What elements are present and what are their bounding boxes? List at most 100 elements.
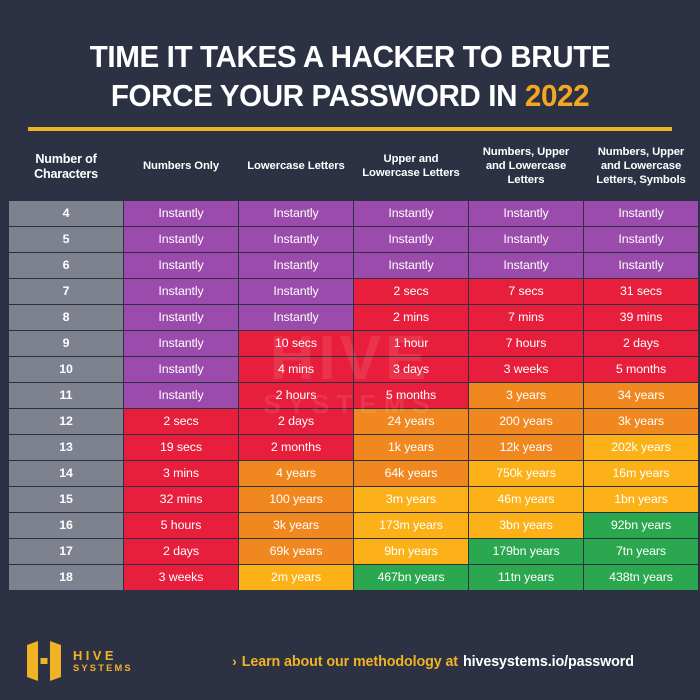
- heatmap-cell: 10 secs: [239, 330, 353, 356]
- heatmap-cell: 7tn years: [584, 538, 698, 564]
- row-header-character-count: 16: [9, 512, 123, 538]
- methodology-cta[interactable]: › Learn about our methodology at hivesys…: [180, 653, 700, 670]
- heatmap-cell: 3 weeks: [469, 356, 583, 382]
- heatmap-cell: 467bn years: [354, 564, 468, 590]
- heatmap-cell: 5 months: [354, 382, 468, 408]
- heatmap-cell: 16m years: [584, 460, 698, 486]
- heatmap-cell: 11tn years: [469, 564, 583, 590]
- brand-logo-wordmark: HIVE SYSTEMS: [73, 647, 133, 674]
- column-header-upper-lower-letters: Upper and Lowercase Letters: [362, 153, 460, 180]
- row-header-character-count: 9: [9, 330, 123, 356]
- heatmap-cell: Instantly: [124, 252, 238, 278]
- heatmap-cell: 3 mins: [124, 460, 238, 486]
- heatmap-cell: Instantly: [124, 304, 238, 330]
- heatmap-cell: 202k years: [584, 434, 698, 460]
- heatmap-cell: Instantly: [239, 278, 353, 304]
- heatmap-cell: 100 years: [239, 486, 353, 512]
- heatmap-cell: Instantly: [469, 200, 583, 226]
- heatmap-cell: 24 years: [354, 408, 468, 434]
- heatmap-cell: 3k years: [584, 408, 698, 434]
- page-title-line-1: TIME IT TAKES A HACKER TO BRUTE: [89, 40, 611, 74]
- heatmap-cell: 3 years: [469, 382, 583, 408]
- column-header-characters: Number of Characters: [34, 151, 98, 182]
- heatmap-cell: 1bn years: [584, 486, 698, 512]
- heatmap-cell: 4 mins: [239, 356, 353, 382]
- brand-logo[interactable]: HIVE SYSTEMS: [0, 639, 180, 683]
- table-row: 8 Instantly Instantly 2 mins 7 mins 39 mins: [9, 304, 698, 330]
- table-header: Number of Characters Numbers Only Lowerc…: [9, 132, 698, 199]
- column-header-lowercase-letters: Lowercase Letters: [247, 160, 345, 173]
- heatmap-cell: 3m years: [354, 486, 468, 512]
- password-heatmap-table-wrap: Number of Characters Numbers Only Lowerc…: [0, 131, 700, 590]
- page-title-year: 2022: [524, 78, 590, 113]
- brand-logo-line-2: SYSTEMS: [73, 663, 133, 674]
- title-block: TIME IT TAKES A HACKER TO BRUTE FORCE YO…: [0, 0, 700, 132]
- heatmap-cell: 1 hour: [354, 330, 468, 356]
- heatmap-cell: Instantly: [239, 304, 353, 330]
- heatmap-cell: Instantly: [584, 252, 698, 278]
- page-title-line-2: FORCE YOUR PASSWORD IN 2022: [38, 77, 663, 116]
- heatmap-cell: Instantly: [469, 226, 583, 252]
- row-header-character-count: 13: [9, 434, 123, 460]
- heatmap-cell: 2 months: [239, 434, 353, 460]
- heatmap-cell: Instantly: [239, 226, 353, 252]
- column-header-numbers-upper-lower-symbols: Numbers, Upper and Lowercase Letters, Sy…: [596, 146, 686, 187]
- heatmap-cell: Instantly: [124, 330, 238, 356]
- heatmap-cell: 64k years: [354, 460, 468, 486]
- row-header-character-count: 10: [9, 356, 123, 382]
- table-row: 12 2 secs 2 days 24 years 200 years 3k years: [9, 408, 698, 434]
- heatmap-cell: 9bn years: [354, 538, 468, 564]
- heatmap-cell: 2 hours: [239, 382, 353, 408]
- heatmap-cell: 3 weeks: [124, 564, 238, 590]
- table-row: 13 19 secs 2 months 1k years 12k years 202k y…: [9, 434, 698, 460]
- heatmap-cell: 3k years: [239, 512, 353, 538]
- row-header-character-count: 11: [9, 382, 123, 408]
- heatmap-cell: Instantly: [354, 226, 468, 252]
- row-header-character-count: 5: [9, 226, 123, 252]
- heatmap-cell: 34 years: [584, 382, 698, 408]
- heatmap-cell: Instantly: [124, 226, 238, 252]
- heatmap-cell: Instantly: [124, 382, 238, 408]
- heatmap-cell: 750k years: [469, 460, 583, 486]
- table-row: 16 5 hours 3k years 173m years 3bn years 92bn…: [9, 512, 698, 538]
- heatmap-cell: 3bn years: [469, 512, 583, 538]
- heatmap-cell: 92bn years: [584, 512, 698, 538]
- table-row: 14 3 mins 4 years 64k years 750k years 16m ye…: [9, 460, 698, 486]
- heatmap-cell: 173m years: [354, 512, 468, 538]
- heatmap-cell: 7 secs: [469, 278, 583, 304]
- table-row: 9 Instantly 10 secs 1 hour 7 hours 2 days: [9, 330, 698, 356]
- methodology-cta-text: Learn about our methodology at: [241, 653, 458, 670]
- column-header-numbers-only: Numbers Only: [142, 160, 219, 173]
- table-row: 17 2 days 69k years 9bn years 179bn years 7tn…: [9, 538, 698, 564]
- heatmap-cell: 32 mins: [124, 486, 238, 512]
- table-row: 15 32 mins 100 years 3m years 46m years 1bn y…: [9, 486, 698, 512]
- brand-logo-line-1: HIVE: [73, 647, 117, 663]
- table-body: 4 Instantly Instantly Instantly Instantly Ins…: [9, 200, 698, 590]
- heatmap-cell: 7 hours: [469, 330, 583, 356]
- heatmap-cell: 2 mins: [354, 304, 468, 330]
- heatmap-cell: Instantly: [469, 252, 583, 278]
- footer: HIVE SYSTEMS › Learn about our methodolo…: [0, 622, 700, 700]
- heatmap-cell: Instantly: [584, 200, 698, 226]
- heatmap-cell: 179bn years: [469, 538, 583, 564]
- row-header-character-count: 4: [9, 200, 123, 226]
- heatmap-cell: 2m years: [239, 564, 353, 590]
- table-row: 6 Instantly Instantly Instantly Instantly Ins…: [9, 252, 698, 278]
- heatmap-cell: 2 days: [584, 330, 698, 356]
- heatmap-cell: 438tn years: [584, 564, 698, 590]
- heatmap-cell: 39 mins: [584, 304, 698, 330]
- heatmap-cell: 4 years: [239, 460, 353, 486]
- heatmap-cell: Instantly: [584, 226, 698, 252]
- methodology-cta-url[interactable]: hivesystems.io/password: [463, 654, 634, 670]
- heatmap-cell: 2 secs: [124, 408, 238, 434]
- heatmap-cell: 200 years: [469, 408, 583, 434]
- infographic-page: TIME IT TAKES A HACKER TO BRUTE FORCE YO…: [0, 0, 700, 700]
- table-row: 18 3 weeks 2m years 467bn years 11tn years 43…: [9, 564, 698, 590]
- heatmap-cell: 69k years: [239, 538, 353, 564]
- table-row: 11 Instantly 2 hours 5 months 3 years 34 year…: [9, 382, 698, 408]
- row-header-character-count: 12: [9, 408, 123, 434]
- row-header-character-count: 18: [9, 564, 123, 590]
- heatmap-cell: 1k years: [354, 434, 468, 460]
- column-header-numbers-upper-lower: Numbers, Upper and Lowercase Letters: [482, 146, 570, 187]
- heatmap-cell: 12k years: [469, 434, 583, 460]
